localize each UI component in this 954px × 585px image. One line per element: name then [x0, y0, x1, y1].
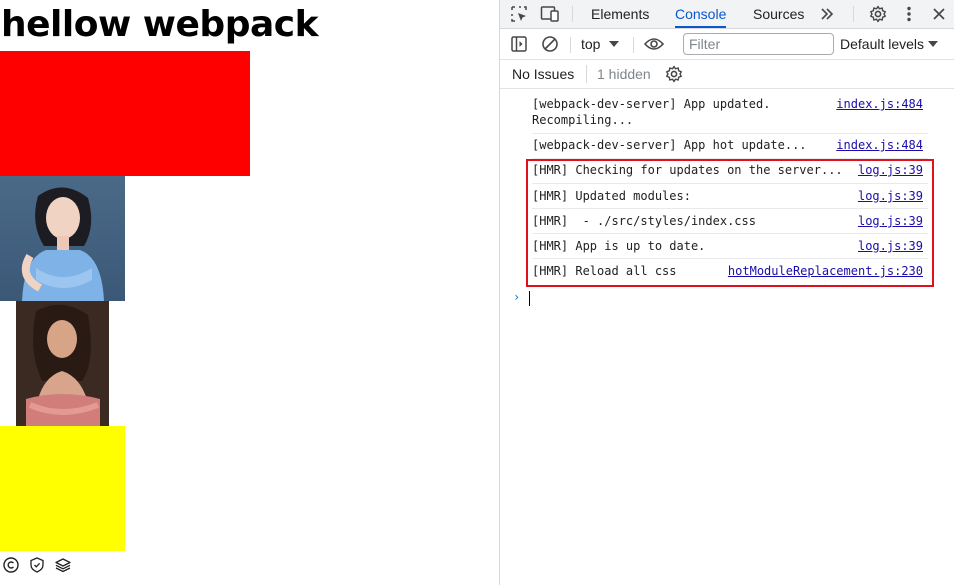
- console-toolbar: top Default levels: [500, 29, 954, 60]
- photo-woman-blue-dress: [0, 176, 125, 301]
- issues-bar: No Issues 1 hidden: [500, 60, 954, 89]
- context-selector-label: top: [581, 36, 601, 52]
- message-source-link[interactable]: log.js:39: [858, 162, 923, 178]
- console-message: [HMR] - ./src/styles/index.css log.js:39: [532, 213, 928, 234]
- webpage: hellow webpack: [0, 0, 499, 585]
- sidebar-toggle-icon[interactable]: [509, 34, 529, 54]
- more-options-icon[interactable]: [899, 4, 919, 24]
- chevron-down-icon: [928, 40, 939, 48]
- chevron-down-icon: [609, 40, 620, 48]
- message-source-link[interactable]: hotModuleReplacement.js:230: [728, 263, 923, 279]
- console-prompt-chevron-icon: ›: [513, 290, 521, 304]
- filter-input[interactable]: [683, 33, 834, 55]
- more-tabs-icon[interactable]: [817, 4, 837, 24]
- hidden-count-label: 1 hidden: [597, 66, 651, 82]
- message-text: [webpack-dev-server] App hot update...: [532, 138, 807, 152]
- message-source-link[interactable]: index.js:484: [836, 96, 923, 112]
- message-text: [HMR] - ./src/styles/index.css: [532, 214, 756, 228]
- message-source-link[interactable]: log.js:39: [858, 213, 923, 229]
- close-devtools-icon[interactable]: [929, 4, 949, 24]
- devtools-panel: Elements Console Sources top Filter Defa…: [499, 0, 954, 585]
- message-source-link[interactable]: index.js:484: [836, 137, 923, 153]
- console-message: [HMR] Checking for updates on the server…: [532, 162, 928, 184]
- tab-console[interactable]: Console: [675, 0, 727, 28]
- log-levels-dropdown[interactable]: Default levels: [840, 36, 939, 52]
- message-text: [HMR] Reload all css: [532, 264, 677, 278]
- console-message: [webpack-dev-server] App hot update... i…: [532, 137, 928, 159]
- copyright-icon[interactable]: [2, 556, 20, 574]
- devtools-tabbar: Elements Console Sources: [500, 0, 954, 29]
- issues-settings-gear-icon[interactable]: [665, 65, 683, 83]
- console-message: [HMR] Updated modules: log.js:39: [532, 188, 928, 209]
- device-toolbar-icon[interactable]: [540, 4, 560, 24]
- clear-console-icon[interactable]: [540, 34, 560, 54]
- console-input-caret[interactable]: [529, 291, 530, 306]
- message-text: [HMR] App is up to date.: [532, 239, 706, 253]
- no-issues-label[interactable]: No Issues: [512, 66, 574, 82]
- console-message: [HMR] App is up to date. log.js:39: [532, 238, 928, 259]
- message-source-link[interactable]: log.js:39: [858, 188, 923, 204]
- tab-elements[interactable]: Elements: [591, 0, 649, 28]
- message-text: [webpack-dev-server] App updated. Recomp…: [532, 97, 771, 127]
- shield-icon[interactable]: [28, 556, 46, 574]
- message-text: [HMR] Checking for updates on the server…: [532, 163, 843, 177]
- inspect-element-icon[interactable]: [509, 4, 529, 24]
- log-levels-label: Default levels: [840, 36, 925, 52]
- yellow-box: [0, 426, 125, 551]
- live-expression-eye-icon[interactable]: [644, 34, 664, 54]
- footer-icons: [0, 554, 78, 576]
- page-heading: hellow webpack: [1, 4, 319, 45]
- settings-gear-icon[interactable]: [868, 4, 888, 24]
- layers-icon[interactable]: [54, 556, 72, 574]
- red-box: [0, 51, 250, 176]
- photo-woman-pink-dress: [16, 301, 109, 426]
- context-selector[interactable]: top: [581, 36, 620, 52]
- console-message: [webpack-dev-server] App updated. Recomp…: [532, 96, 928, 134]
- message-source-link[interactable]: log.js:39: [858, 238, 923, 254]
- message-text: [HMR] Updated modules:: [532, 189, 691, 203]
- console-message: [HMR] Reload all css hotModuleReplacemen…: [532, 263, 928, 283]
- tab-sources[interactable]: Sources: [753, 0, 804, 28]
